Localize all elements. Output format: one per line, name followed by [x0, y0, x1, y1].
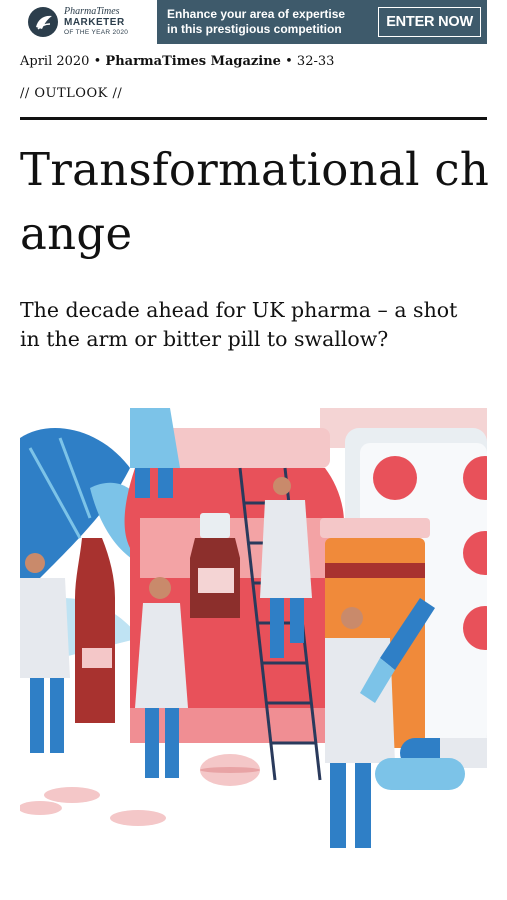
- meta-separator: •: [285, 54, 293, 69]
- banner-ad-line1: Enhance your area of expertise: [167, 7, 346, 21]
- banner-ad-line2: in this prestigious competition: [167, 22, 342, 36]
- article-subtitle: The decade ahead for UK pharma – a shot …: [20, 298, 458, 351]
- logo-brand: PharmaTimes: [64, 6, 120, 18]
- marketer-of-the-year-banner[interactable]: PharmaTimes MARKETER OF THE YEAR 2020 En…: [20, 0, 487, 44]
- pharmatimes-logo: PharmaTimes MARKETER OF THE YEAR 2020: [20, 0, 157, 44]
- section-label[interactable]: // OUTLOOK //: [20, 86, 122, 101]
- article-title: Transformational change: [20, 143, 490, 260]
- banner-ad-copy: Enhance your area of expertise in this p…: [167, 7, 345, 37]
- publication-link[interactable]: PharmaTimes Magazine: [105, 54, 281, 69]
- article-meta: April 2020 • PharmaTimes Magazine • 32-3…: [20, 54, 334, 69]
- pharmacy-illustration: [20, 408, 487, 860]
- page-range: 32-33: [296, 54, 335, 69]
- header-divider: [20, 117, 487, 120]
- hero-image: [20, 408, 487, 860]
- logo-marketer: MARKETER: [64, 17, 125, 29]
- leaf-hand-icon: [28, 7, 58, 37]
- issue-date: April 2020: [20, 54, 90, 69]
- logo-year: OF THE YEAR 2020: [64, 29, 129, 37]
- enter-now-button[interactable]: ENTER NOW: [378, 7, 481, 37]
- banner-ad-panel[interactable]: Enhance your area of expertise in this p…: [157, 0, 487, 44]
- meta-separator: •: [93, 54, 102, 69]
